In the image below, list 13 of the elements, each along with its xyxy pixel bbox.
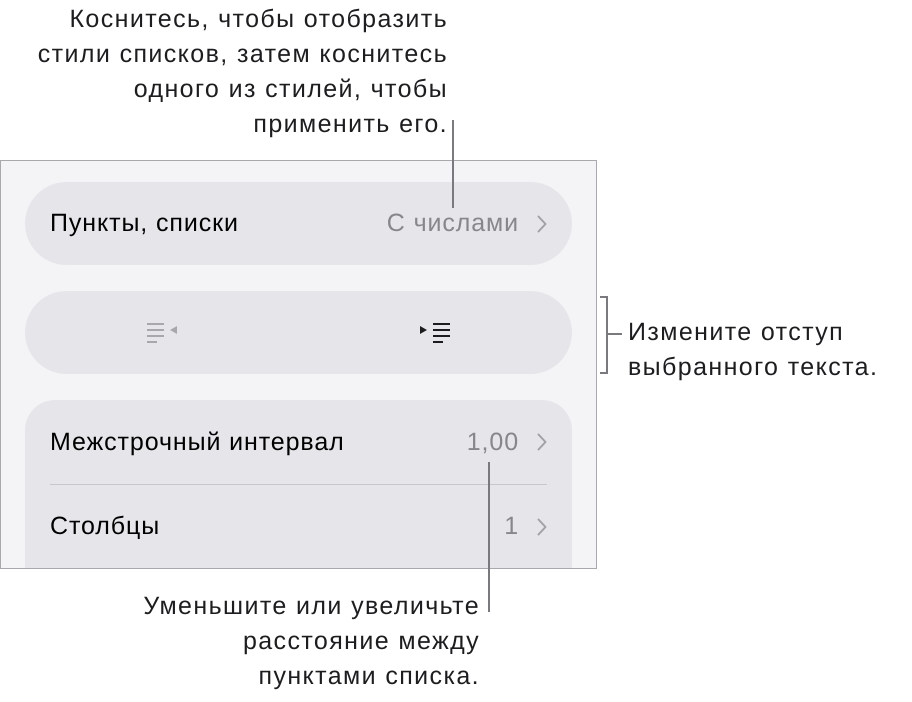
callout-text: Уменьшите или увеличьте расстояние между пунктами списка. — [143, 591, 480, 692]
row-label: Пункты, списки — [50, 209, 239, 238]
row-label[interactable]: Столбцы — [50, 512, 160, 541]
row-value: 1,00 — [466, 428, 519, 456]
row-value: С числами — [386, 209, 519, 238]
chevron-right-icon — [537, 214, 547, 232]
callout-text: Измените отступ выбранного текста. — [628, 317, 878, 383]
row-label[interactable]: Межстрочный интервал — [50, 428, 345, 456]
chevron-right-icon — [537, 433, 547, 451]
chevron-right-icon — [537, 518, 547, 536]
callout-text: Коснитесь, чтобы отобразить стили списков, затем коснитесь одного из стилей, чтобы применить его. — [38, 4, 448, 140]
list-style-row[interactable]: Пункты, списки С числами — [25, 182, 572, 265]
row-value: 1 — [504, 512, 519, 541]
